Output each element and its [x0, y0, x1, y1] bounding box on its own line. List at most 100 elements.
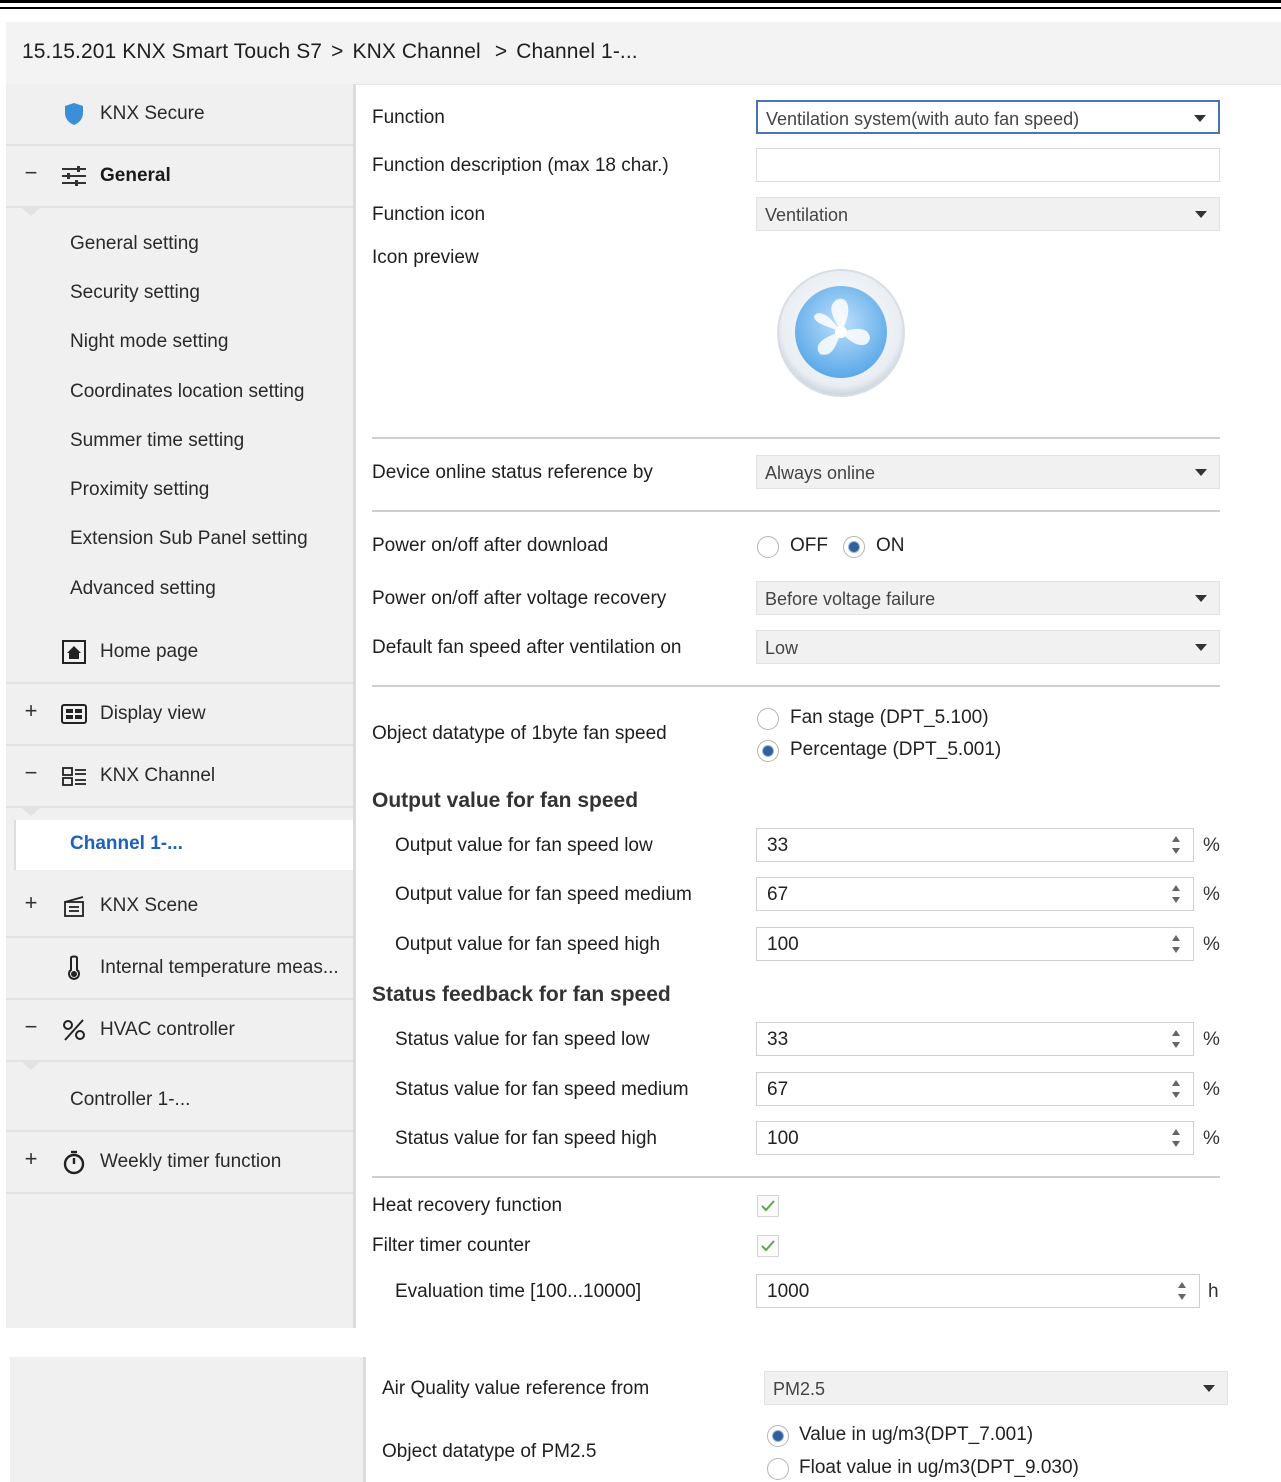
filter-timer-checkbox[interactable] — [757, 1235, 779, 1257]
output-low-input[interactable]: 33 — [756, 828, 1194, 862]
radio-fan-stage-label: Fan stage (DPT_5.100) — [790, 707, 989, 728]
sidebar-item-controller-1[interactable]: Controller 1-... — [6, 1076, 353, 1124]
tree-notch — [22, 808, 40, 816]
tree-notch — [22, 208, 40, 216]
sidebar-item-label: KNX Secure — [100, 103, 205, 124]
sidebar-item-extension-sub-panel-setting[interactable]: Extension Sub Panel setting — [6, 515, 353, 563]
sidebar-item-label: Display view — [100, 703, 206, 724]
sidebar-item-knx-secure[interactable]: KNX Secure — [6, 84, 353, 146]
sidebar-item-knx-scene[interactable]: + KNX Scene — [6, 876, 353, 938]
sidebar-item-label: General setting — [70, 233, 199, 254]
online-status-select[interactable]: Always online — [756, 455, 1220, 489]
function-select[interactable]: Ventilation system(with auto fan speed) — [756, 100, 1220, 134]
function-description-input[interactable] — [756, 148, 1220, 182]
sidebar-item-advanced-setting[interactable]: Advanced setting — [6, 565, 353, 613]
spin-down-icon[interactable] — [1172, 947, 1180, 953]
breadcrumb-device[interactable]: 15.15.201 KNX Smart Touch S7 — [22, 40, 322, 63]
radio-on[interactable] — [843, 536, 865, 558]
sidebar-item-display-view[interactable]: + Display view — [6, 684, 353, 746]
sidebar-item-coordinates-location-setting[interactable]: Coordinates location setting — [6, 368, 353, 416]
sidebar-item-general[interactable]: − General — [6, 146, 353, 208]
spin-up-icon[interactable] — [1172, 1030, 1180, 1036]
spin-up-icon[interactable] — [1172, 1080, 1180, 1086]
expand-toggle[interactable]: + — [22, 890, 40, 916]
sidebar-item-internal-temperature[interactable]: Internal temperature meas... — [6, 938, 353, 1000]
expand-toggle[interactable]: + — [22, 1146, 40, 1172]
sidebar-item-summer-time-setting[interactable]: Summer time setting — [6, 417, 353, 465]
sidebar-item-hvac-controller[interactable]: − HVAC controller — [6, 1000, 353, 1062]
heat-recovery-label: Heat recovery function — [372, 1195, 563, 1216]
output-low-label: Output value for fan speed low — [395, 835, 653, 856]
spin-up-icon[interactable] — [1172, 836, 1180, 842]
object-datatype-label: Object datatype of 1byte fan speed — [372, 723, 667, 744]
sidebar-item-security-setting[interactable]: Security setting — [6, 269, 353, 317]
air-quality-label: Air Quality value reference from — [382, 1378, 650, 1399]
evaluation-time-input[interactable]: 1000 — [756, 1274, 1200, 1308]
scene-icon — [60, 892, 88, 920]
function-description-label: Function description (max 18 char.) — [372, 155, 669, 176]
collapse-toggle[interactable]: − — [22, 160, 40, 186]
default-fan-speed-value: Low — [765, 638, 799, 658]
radio-pm25-float[interactable] — [767, 1458, 789, 1480]
spin-down-icon[interactable] — [1172, 897, 1180, 903]
power-download-label: Power on/off after download — [372, 535, 609, 556]
radio-pm25-value[interactable] — [767, 1425, 789, 1447]
chevron-down-icon — [1195, 644, 1207, 651]
spin-down-icon[interactable] — [1172, 1042, 1180, 1048]
unit-percent: % — [1203, 835, 1220, 856]
function-label: Function — [372, 107, 445, 128]
radio-off-label: OFF — [790, 535, 828, 556]
chevron-down-icon — [1195, 595, 1207, 602]
air-quality-value: PM2.5 — [773, 1379, 826, 1399]
breadcrumb-separator: > — [331, 40, 344, 63]
status-high-input[interactable]: 100 — [756, 1121, 1194, 1155]
spin-up-icon[interactable] — [1172, 1129, 1180, 1135]
sidebar-item-label: General — [100, 165, 171, 186]
spin-down-icon[interactable] — [1178, 1294, 1186, 1300]
status-low-input[interactable]: 33 — [756, 1022, 1194, 1056]
unit-percent: % — [1203, 884, 1220, 905]
default-fan-speed-select[interactable]: Low — [756, 630, 1220, 664]
section-divider — [372, 685, 1220, 687]
sidebar-item-night-mode-setting[interactable]: Night mode setting — [6, 318, 353, 366]
expand-toggle[interactable]: + — [22, 698, 40, 724]
spin-down-icon[interactable] — [1172, 1092, 1180, 1098]
spin-down-icon[interactable] — [1172, 848, 1180, 854]
sliders-icon — [60, 162, 88, 190]
air-quality-select[interactable]: PM2.5 — [764, 1371, 1228, 1405]
sidebar-item-label: Internal temperature meas... — [100, 957, 339, 978]
sidebar-item-home-page[interactable]: Home page — [6, 622, 353, 684]
status-high-label: Status value for fan speed high — [395, 1128, 657, 1149]
radio-percentage[interactable] — [757, 740, 779, 762]
sidebar-item-proximity-setting[interactable]: Proximity setting — [6, 466, 353, 514]
output-medium-input[interactable]: 67 — [756, 877, 1194, 911]
heat-recovery-checkbox[interactable] — [757, 1195, 779, 1217]
output-high-value: 100 — [767, 934, 799, 955]
radio-fan-stage[interactable] — [757, 708, 779, 730]
radio-off[interactable] — [757, 536, 779, 558]
function-icon-select[interactable]: Ventilation — [756, 197, 1220, 231]
sidebar-item-weekly-timer[interactable]: + Weekly timer function — [6, 1130, 353, 1194]
breadcrumb-channel[interactable]: KNX Channel — [352, 40, 480, 63]
spin-down-icon[interactable] — [1172, 1141, 1180, 1147]
sidebar-item-knx-channel[interactable]: − KNX Channel — [6, 746, 353, 808]
chevron-down-icon — [1195, 469, 1207, 476]
unit-percent: % — [1203, 1079, 1220, 1100]
status-section-title: Status feedback for fan speed — [372, 983, 671, 1006]
sidebar-item-channel-1[interactable]: Channel 1-... — [14, 820, 362, 870]
power-recovery-select[interactable]: Before voltage failure — [756, 581, 1220, 615]
unit-percent: % — [1203, 934, 1220, 955]
sidebar-item-label: Home page — [100, 641, 199, 662]
fan-icon — [774, 266, 908, 400]
collapse-toggle[interactable]: − — [22, 1014, 40, 1040]
output-low-value: 33 — [767, 835, 789, 856]
evaluation-time-label: Evaluation time [100...10000] — [395, 1281, 642, 1302]
status-medium-input[interactable]: 67 — [756, 1072, 1194, 1106]
channel-icon — [60, 762, 88, 790]
sidebar-item-general-setting[interactable]: General setting — [6, 220, 353, 268]
output-high-input[interactable]: 100 — [756, 927, 1194, 961]
spin-up-icon[interactable] — [1178, 1282, 1186, 1288]
collapse-toggle[interactable]: − — [22, 760, 40, 786]
spin-up-icon[interactable] — [1172, 935, 1180, 941]
spin-up-icon[interactable] — [1172, 885, 1180, 891]
